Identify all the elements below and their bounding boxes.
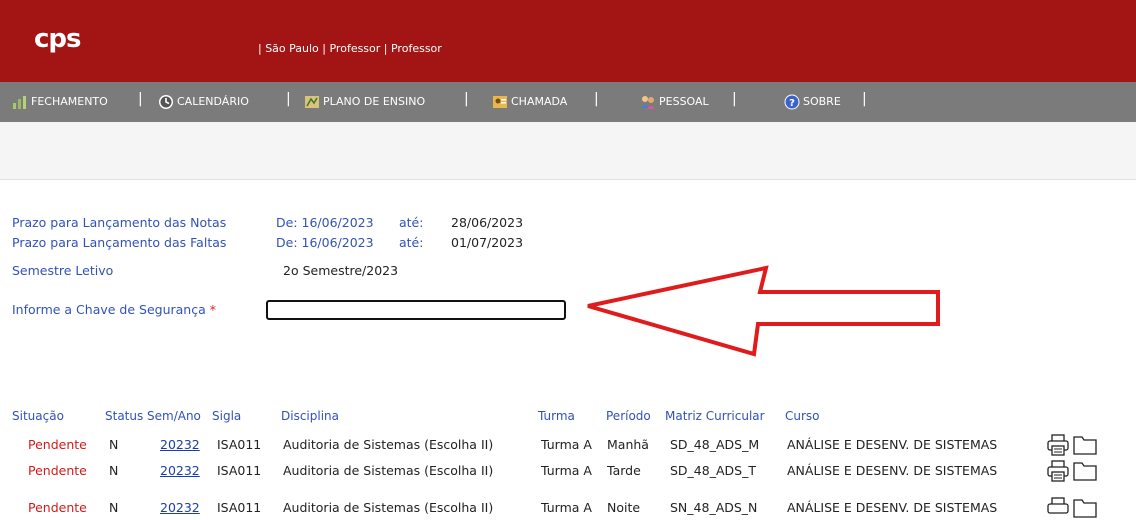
cell-status: N <box>109 463 119 478</box>
nav-separator: | <box>138 91 143 107</box>
col-turma: Turma <box>538 409 575 423</box>
cell-situacao: Pendente <box>28 500 87 515</box>
app-header: cps | São Paulo | Professor | Professor <box>0 0 1136 82</box>
nav-label: PESSOAL <box>659 95 709 108</box>
nav-item-pessoal[interactable]: PESSOAL <box>640 93 709 111</box>
clock-icon <box>158 94 174 110</box>
user-context-info: | São Paulo | Professor | Professor <box>258 42 442 55</box>
nav-label: CHAMADA <box>511 95 568 108</box>
semestre-label: Semestre Letivo <box>12 263 114 278</box>
people-icon <box>640 94 656 110</box>
cell-periodo: Manhã <box>607 437 649 452</box>
cell-disciplina: Auditoria de Sistemas (Escolha II) <box>283 463 494 478</box>
semestre-value: 2o Semestre/2023 <box>283 263 399 278</box>
chave-label: Informe a Chave de Segurança * <box>12 302 216 317</box>
cell-sigla: ISA011 <box>217 463 262 478</box>
cell-turma: Turma A <box>541 437 592 452</box>
col-situacao: Situação <box>12 409 64 423</box>
cell-semano-link[interactable]: 20232 <box>160 463 200 478</box>
prazo-faltas-ate: 01/07/2023 <box>451 235 524 250</box>
prazo-faltas-de: De: 16/06/2023 <box>276 235 374 250</box>
table-row: Pendente N 20232 ISA011 Auditoria de Sis… <box>0 496 1136 520</box>
cell-matriz: SN_48_ADS_N <box>670 500 758 515</box>
cell-curso: ANÁLISE E DESENV. DE SISTEMAS <box>787 463 998 478</box>
printer-icon[interactable] <box>1046 459 1070 483</box>
cell-turma: Turma A <box>541 463 592 478</box>
nav-separator: | <box>594 91 599 107</box>
cell-turma: Turma A <box>541 500 592 515</box>
attendance-icon <box>492 94 508 110</box>
prazo-faltas-ate-label: até: <box>399 235 424 250</box>
cell-periodo: Tarde <box>607 463 641 478</box>
cell-situacao: Pendente <box>28 437 87 452</box>
nav-separator: | <box>862 91 867 107</box>
nav-label: PLANO DE ENSINO <box>323 95 426 108</box>
nav-label: CALENDÁRIO <box>177 95 249 108</box>
folder-icon[interactable] <box>1072 496 1098 520</box>
cell-situacao: Pendente <box>28 463 87 478</box>
cell-disciplina: Auditoria de Sistemas (Escolha II) <box>283 437 494 452</box>
cell-semano-link[interactable]: 20232 <box>160 437 200 452</box>
nav-separator: | <box>286 91 291 107</box>
printer-icon[interactable] <box>1046 496 1070 520</box>
nav-separator: | <box>732 91 737 107</box>
prazo-notas-label: Prazo para Lançamento das Notas <box>12 215 227 230</box>
cell-status: N <box>109 500 119 515</box>
cell-sigla: ISA011 <box>217 437 262 452</box>
cell-curso: ANÁLISE E DESENV. DE SISTEMAS <box>787 437 998 452</box>
cps-logo[interactable]: cps <box>34 24 81 54</box>
col-status: Status <box>105 409 144 423</box>
nav-item-calendario[interactable]: CALENDÁRIO <box>158 93 249 111</box>
cell-sigla: ISA011 <box>217 500 262 515</box>
col-disciplina: Disciplina <box>281 409 340 423</box>
chave-label-text: Informe a Chave de Segurança <box>12 302 206 317</box>
prazo-notas-de: De: 16/06/2023 <box>276 215 374 230</box>
cell-matriz: SD_48_ADS_M <box>670 437 760 452</box>
prazo-faltas-label: Prazo para Lançamento das Faltas <box>12 235 227 250</box>
nav-separator: | <box>464 91 469 107</box>
col-periodo: Período <box>606 409 651 423</box>
nav-item-chamada[interactable]: CHAMADA <box>492 93 567 111</box>
table-row: Pendente N 20232 ISA011 Auditoria de Sis… <box>0 459 1136 483</box>
prazo-notas-ate-label: até: <box>399 215 424 230</box>
prazo-notas-ate: 28/06/2023 <box>451 215 524 230</box>
col-matriz: Matriz Curricular <box>665 409 765 423</box>
cell-status: N <box>109 437 119 452</box>
col-sigla: Sigla <box>212 409 242 423</box>
table-row: Pendente N 20232 ISA011 Auditoria de Sis… <box>0 433 1136 457</box>
plan-icon <box>304 94 320 110</box>
nav-item-plano-de-ensino[interactable]: PLANO DE ENSINO <box>304 93 425 111</box>
folder-icon[interactable] <box>1072 459 1098 483</box>
cell-periodo: Noite <box>607 500 641 515</box>
sub-bar <box>0 122 1136 180</box>
nav-label: SOBRE <box>803 95 841 108</box>
info-icon: ? <box>784 94 800 110</box>
nav-label: FECHAMENTO <box>31 95 108 108</box>
col-semano: Sem/Ano <box>147 409 201 423</box>
cell-disciplina: Auditoria de Sistemas (Escolha II) <box>283 500 494 515</box>
nav-item-fechamento[interactable]: FECHAMENTO <box>12 93 108 111</box>
nav-item-sobre[interactable]: ? SOBRE <box>784 93 841 111</box>
folder-icon[interactable] <box>1072 433 1098 457</box>
svg-text:?: ? <box>789 98 795 109</box>
cell-semano-link[interactable]: 20232 <box>160 500 200 515</box>
annotation-arrow-icon <box>587 265 940 357</box>
printer-icon[interactable] <box>1046 433 1070 457</box>
col-curso: Curso <box>785 409 820 423</box>
cell-matriz: SD_48_ADS_T <box>670 463 756 478</box>
chart-icon <box>12 94 28 110</box>
cell-curso: ANÁLISE E DESENV. DE SISTEMAS <box>787 500 998 515</box>
required-asterisk: * <box>209 302 216 317</box>
security-key-input[interactable] <box>266 300 566 320</box>
main-nav: FECHAMENTO | CALENDÁRIO | PLANO DE ENSIN… <box>0 82 1136 122</box>
